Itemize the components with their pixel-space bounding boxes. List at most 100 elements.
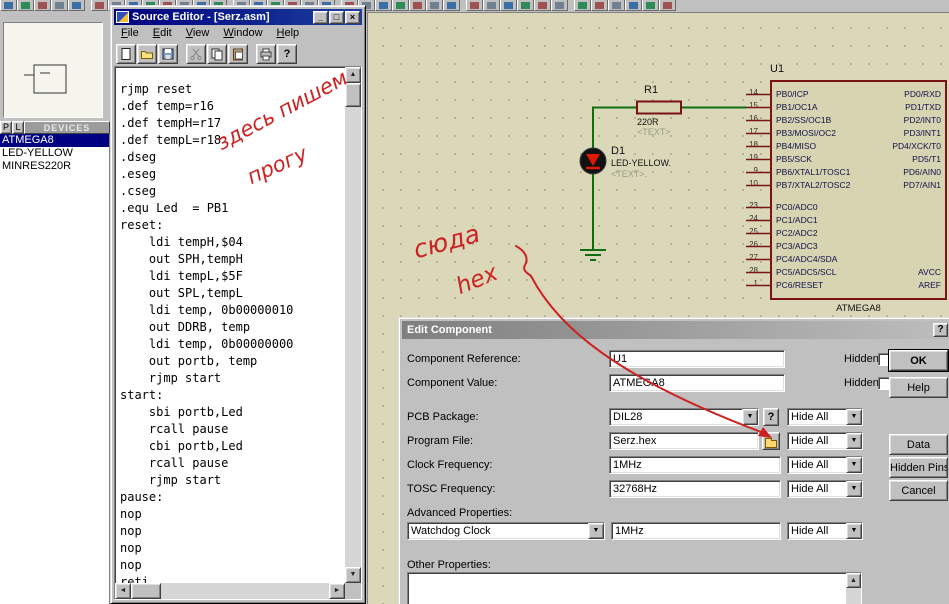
maximize-button[interactable]: □ xyxy=(329,11,344,24)
scrollbar-thumb[interactable] xyxy=(345,83,361,107)
tosc-frequency-input[interactable] xyxy=(609,480,781,498)
advanced-hide-combo[interactable]: Hide All ▼ xyxy=(787,522,863,540)
pcb-package-hide-combo[interactable]: Hide All ▼ xyxy=(787,408,863,426)
toolbar-icon[interactable] xyxy=(375,0,392,11)
clock-frequency-hide-combo[interactable]: Hide All ▼ xyxy=(787,456,863,474)
combo-arrow-icon[interactable]: ▼ xyxy=(846,457,862,473)
advanced-properties-combo[interactable]: Watchdog Clock ▼ xyxy=(407,522,605,540)
toolbar-icon[interactable] xyxy=(51,0,68,11)
new-file-icon[interactable] xyxy=(116,44,136,64)
component-reference-input[interactable] xyxy=(609,350,785,368)
devices-panel-header: P L DEVICES xyxy=(0,121,110,134)
program-file-input[interactable] xyxy=(609,432,759,450)
toolbar-icon[interactable] xyxy=(466,0,483,11)
combo-arrow-icon[interactable]: ▼ xyxy=(846,433,862,449)
component-value-input[interactable] xyxy=(609,374,785,392)
print-icon[interactable] xyxy=(256,44,276,64)
menu-edit[interactable]: Edit xyxy=(146,26,179,41)
cut-icon[interactable] xyxy=(186,44,206,64)
toolbar-icon[interactable] xyxy=(551,0,568,11)
hidden-pins-button[interactable]: Hidden Pins xyxy=(889,457,948,478)
menu-help[interactable]: Help xyxy=(270,26,307,41)
help-button[interactable]: Help xyxy=(889,377,948,398)
toolbar-icon[interactable] xyxy=(642,0,659,11)
scroll-up-icon[interactable]: ▲ xyxy=(846,573,861,588)
source-editor-body: rjmp reset .def temp=r16 .def tempH=r17 … xyxy=(114,66,362,600)
dialog-help-icon[interactable]: ? xyxy=(933,323,948,337)
toolbar-icon[interactable] xyxy=(0,0,17,11)
toolbar-icon[interactable] xyxy=(426,0,443,11)
help-icon[interactable]: ? xyxy=(277,44,297,64)
tosc-frequency-hide-combo[interactable]: Hide All ▼ xyxy=(787,480,863,498)
toolbar-icon[interactable] xyxy=(517,0,534,11)
toolbar-icon[interactable] xyxy=(91,0,108,11)
combo-arrow-icon[interactable]: ▼ xyxy=(742,409,758,425)
toolbar-icon[interactable] xyxy=(68,0,85,11)
u1-chip[interactable]: PB0/ICP PB1/OC1A PB2/SS/OC1B PB3/MOSI/OC… xyxy=(770,80,947,300)
tosc-frequency-label: TOSC Frequency: xyxy=(407,480,495,498)
component-value-label: Component Value: xyxy=(407,374,497,392)
component-preview xyxy=(3,22,103,118)
copy-icon[interactable] xyxy=(207,44,227,64)
scroll-down-icon[interactable]: ▼ xyxy=(345,567,361,583)
editor-horizontal-scrollbar[interactable]: ◄ ► xyxy=(115,583,345,599)
minimize-button[interactable]: _ xyxy=(313,11,328,24)
dialog-titlebar[interactable]: Edit Component xyxy=(402,321,948,339)
toolbar-icon[interactable] xyxy=(17,0,34,11)
source-editor-toolbar: ? xyxy=(114,42,362,66)
toolbar-icon[interactable] xyxy=(500,0,517,11)
device-item-minres220r[interactable]: MINRES220R xyxy=(0,160,109,173)
toolbar-icon[interactable] xyxy=(409,0,426,11)
p-button[interactable]: P xyxy=(0,121,12,134)
device-item-atmega8[interactable]: ATMEGA8 xyxy=(0,134,109,147)
combo-arrow-icon[interactable]: ▼ xyxy=(846,523,862,539)
save-icon[interactable] xyxy=(158,44,178,64)
scroll-right-icon[interactable]: ► xyxy=(329,583,345,599)
toolbar-icon[interactable] xyxy=(34,0,51,11)
ok-button[interactable]: OK xyxy=(889,350,948,371)
combo-arrow-icon[interactable]: ▼ xyxy=(846,481,862,497)
toolbar-icon[interactable] xyxy=(591,0,608,11)
combo-arrow-icon[interactable]: ▼ xyxy=(588,523,604,539)
editor-vertical-scrollbar[interactable]: ▲ ▼ xyxy=(345,67,361,583)
other-properties-textarea[interactable]: ▲ xyxy=(407,572,862,604)
menu-file[interactable]: File xyxy=(114,26,146,41)
browse-file-button[interactable] xyxy=(762,432,780,450)
menu-view[interactable]: View xyxy=(179,26,217,41)
l-button[interactable]: L xyxy=(12,121,24,134)
scroll-left-icon[interactable]: ◄ xyxy=(115,583,131,599)
toolbar-icon[interactable] xyxy=(659,0,676,11)
toolbar-icon[interactable] xyxy=(483,0,500,11)
combo-arrow-icon[interactable]: ▼ xyxy=(846,409,862,425)
source-editor-window: Source Editor - [Serz.asm] _ □ × File Ed… xyxy=(110,5,366,604)
toolbar-icon[interactable] xyxy=(443,0,460,11)
device-item-led-yellow[interactable]: LED-YELLOW xyxy=(0,147,109,160)
source-editor-menubar: File Edit View Window Help xyxy=(114,25,362,42)
source-editor-titlebar[interactable]: Source Editor - [Serz.asm] _ □ × xyxy=(114,9,362,25)
toolbar-icon[interactable] xyxy=(625,0,642,11)
hidden-label-2: Hidden: xyxy=(844,374,882,392)
toolbar-icon[interactable] xyxy=(534,0,551,11)
open-file-icon[interactable] xyxy=(137,44,157,64)
scrollbar-thumb[interactable] xyxy=(131,583,161,599)
cancel-button[interactable]: Cancel xyxy=(889,480,948,501)
toolbar-icon[interactable] xyxy=(392,0,409,11)
edit-component-dialog: Edit Component ? Component Reference: Hi… xyxy=(398,317,949,604)
textarea-scrollbar[interactable]: ▲ xyxy=(846,573,861,604)
d1-value-label: LED-YELLOW. xyxy=(611,158,671,168)
code-editor-text[interactable]: rjmp reset .def temp=r16 .def tempH=r17 … xyxy=(115,67,345,583)
toolbar-icon[interactable] xyxy=(608,0,625,11)
menu-window[interactable]: Window xyxy=(216,26,269,41)
advanced-value-input[interactable] xyxy=(611,522,781,540)
pcb-package-help-icon[interactable]: ? xyxy=(763,408,779,426)
clock-frequency-label: Clock Frequency: xyxy=(407,456,493,474)
scroll-up-icon[interactable]: ▲ xyxy=(345,67,361,83)
close-button[interactable]: × xyxy=(345,11,360,24)
program-file-hide-combo[interactable]: Hide All ▼ xyxy=(787,432,863,450)
r1-reference-label: R1 xyxy=(644,84,658,96)
data-button[interactable]: Data xyxy=(889,434,948,455)
paste-icon[interactable] xyxy=(228,44,248,64)
clock-frequency-input[interactable] xyxy=(609,456,781,474)
toolbar-icon[interactable] xyxy=(574,0,591,11)
pcb-package-combo[interactable]: DIL28 ▼ xyxy=(609,408,759,426)
